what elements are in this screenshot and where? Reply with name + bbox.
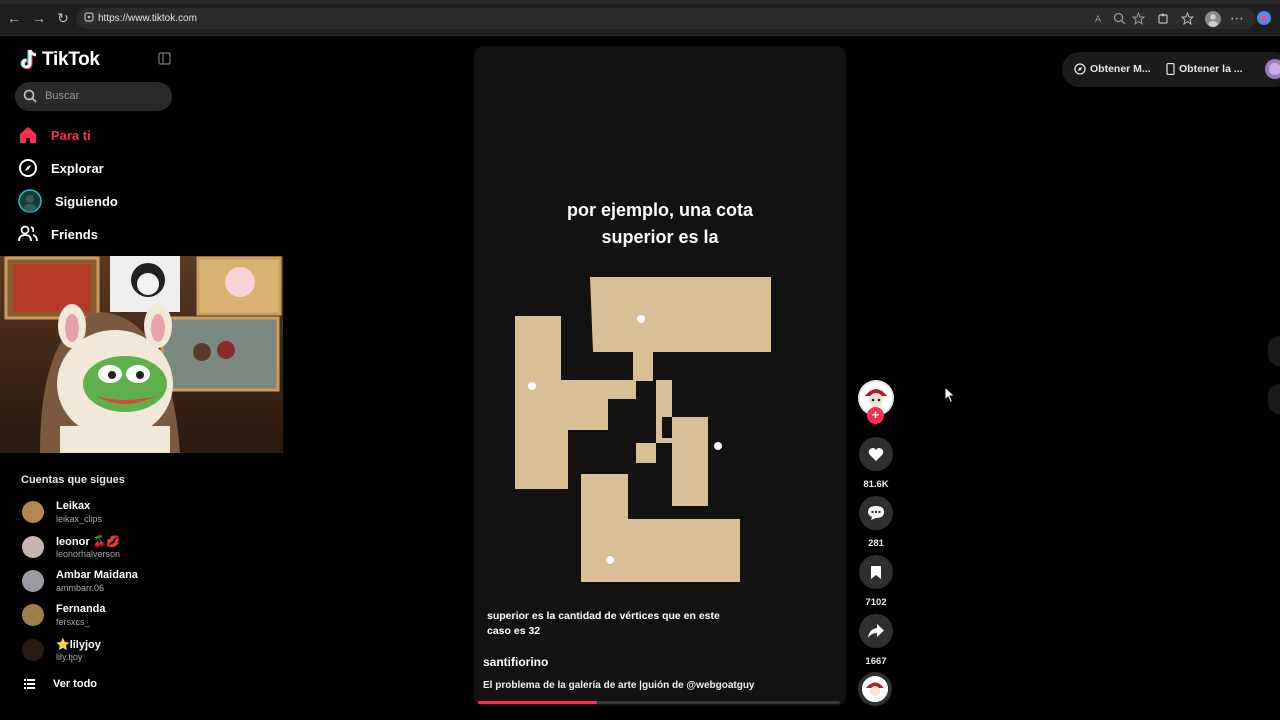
tiktok-note-icon: [20, 49, 37, 70]
account-handle: fersxcs_: [56, 617, 90, 627]
guard-point: [637, 315, 645, 323]
copilot-icon[interactable]: [1256, 10, 1272, 26]
nav-label: Siguiendo: [55, 193, 118, 209]
avatar: [22, 536, 44, 558]
like-button[interactable]: [859, 437, 893, 471]
save-button[interactable]: [859, 555, 893, 589]
gallery-polygon-shape: [581, 474, 740, 582]
search-icon: [23, 89, 37, 103]
friends-icon: [18, 225, 38, 242]
nav-label: Friends: [51, 226, 98, 242]
comment-button[interactable]: [859, 496, 893, 530]
avatar: [22, 501, 44, 523]
get-coins-label: Obtener M...: [1090, 63, 1151, 75]
collapse-sidebar-icon[interactable]: [158, 52, 171, 65]
favorite-star-icon[interactable]: [1132, 12, 1145, 25]
forward-icon[interactable]: →: [31, 10, 47, 26]
video-progress-bar[interactable]: [478, 701, 840, 704]
get-app-button[interactable]: Obtener la ...: [1166, 63, 1243, 75]
svg-text:A: A: [1095, 15, 1102, 25]
next-video-button[interactable]: [1268, 384, 1280, 414]
back-icon[interactable]: ←: [6, 10, 22, 26]
site-info-icon[interactable]: [84, 12, 94, 22]
account-handle: lily.tjoy: [56, 652, 83, 662]
following-avatar-icon: [18, 189, 42, 213]
user-avatar-icon[interactable]: [1264, 58, 1280, 80]
video-progress-fill: [478, 701, 598, 704]
account-name: Fernanda: [56, 603, 106, 615]
share-action[interactable]: 1667: [858, 614, 894, 667]
account-handle: ammbarr.06: [56, 583, 105, 593]
nav-item-friends[interactable]: Friends: [18, 222, 98, 246]
search-placeholder: Buscar: [45, 90, 80, 102]
share-arrow-icon: [868, 624, 884, 638]
get-coins-button[interactable]: Obtener M...: [1074, 63, 1151, 75]
nav-item-explorar[interactable]: Explorar: [18, 156, 104, 180]
comment-icon: [868, 506, 884, 520]
profile-icon[interactable]: [1205, 11, 1221, 27]
account-name: Ambar Maidana: [56, 569, 138, 581]
home-icon: [20, 127, 36, 143]
guard-point: [714, 442, 722, 450]
save-action[interactable]: 7102: [858, 555, 894, 608]
video-author[interactable]: santifiorino: [483, 655, 548, 669]
search-input[interactable]: [15, 82, 172, 111]
more-menu-icon[interactable]: ⋯: [1229, 10, 1245, 26]
guard-point: [528, 382, 536, 390]
save-count: 7102: [865, 597, 887, 608]
video-subtitle: superior es la cantidad de vértices que …: [487, 610, 720, 637]
phone-icon: [1166, 63, 1175, 75]
account-name: ⭐lilyjoy: [56, 639, 101, 651]
address-bar[interactable]: [76, 8, 1256, 29]
translate-icon[interactable]: A: [1094, 12, 1107, 25]
get-app-label: Obtener la ...: [1179, 63, 1243, 75]
account-name: leonor 🍒💋: [56, 536, 121, 548]
guard-point: [606, 556, 614, 564]
avatar: [22, 570, 44, 592]
compass-icon: [19, 159, 37, 177]
zoom-icon[interactable]: [1113, 12, 1126, 25]
favorites-icon[interactable]: [1181, 12, 1194, 25]
heart-icon: [868, 447, 884, 461]
comment-action[interactable]: 281: [858, 496, 894, 549]
reload-icon[interactable]: ↻: [55, 10, 71, 26]
mouse-cursor-icon: [944, 386, 956, 404]
video-player[interactable]: [474, 46, 846, 706]
nav-label: Explorar: [51, 160, 104, 176]
extensions-icon[interactable]: [1157, 12, 1170, 25]
webcam-scene: [4, 256, 282, 453]
comment-count: 281: [868, 538, 884, 549]
account-name: Leikax: [56, 500, 91, 512]
art-gallery-polygon: [515, 277, 771, 582]
like-action[interactable]: 81.6K: [858, 437, 894, 490]
music-disc-avatar[interactable]: [858, 672, 892, 706]
avatar: [22, 639, 44, 661]
share-button[interactable]: [859, 614, 893, 648]
avatar: [22, 604, 44, 626]
browser-tab-strip: [0, 0, 1280, 4]
account-handle: leikax_clips: [56, 514, 103, 524]
logo-text: TikTok: [42, 49, 100, 70]
follow-plus-button[interactable]: +: [867, 407, 884, 424]
nav-label: Para ti: [51, 127, 91, 143]
bookmark-icon: [871, 565, 881, 579]
see-all-button[interactable]: Ver todo: [24, 678, 97, 690]
video-caption: por ejemplo, una cota superior es la: [566, 200, 754, 247]
account-handle: leonorhalverson: [56, 549, 121, 559]
compass-small-icon: [1074, 63, 1086, 75]
share-count: 1667: [865, 656, 887, 667]
nav-item-para-ti[interactable]: Para ti: [18, 123, 91, 147]
nav-item-siguiendo[interactable]: Siguiendo: [18, 189, 118, 213]
music-disc-image: [862, 676, 888, 702]
like-count: 81.6K: [863, 479, 889, 490]
previous-video-button[interactable]: [1268, 336, 1280, 366]
url-text[interactable]: https://www.tiktok.com: [98, 13, 197, 24]
webcam-overlay: [0, 256, 283, 453]
gallery-polygon-shape: [515, 277, 771, 506]
following-accounts-header: Cuentas que sigues: [21, 474, 125, 486]
video-description[interactable]: El problema de la galería de arte |guión…: [483, 680, 755, 691]
tiktok-logo[interactable]: TikTok: [20, 48, 100, 72]
list-icon: [24, 679, 35, 689]
see-all-label: Ver todo: [53, 678, 98, 690]
